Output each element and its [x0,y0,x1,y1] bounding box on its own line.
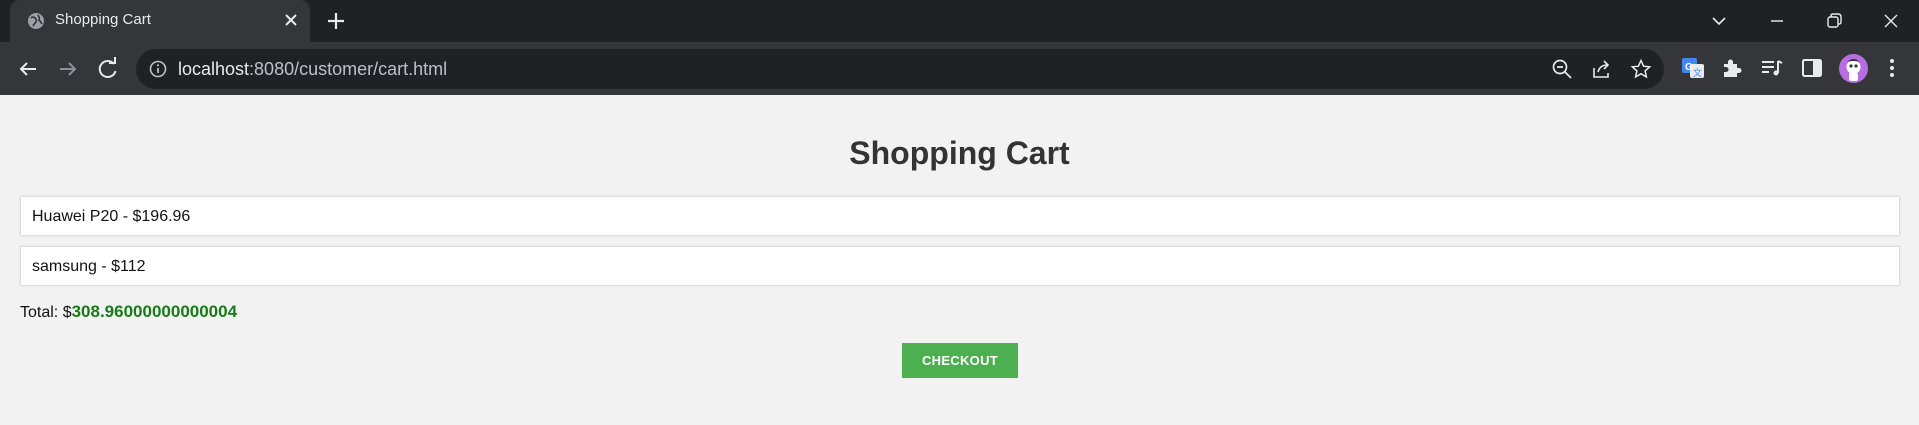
extensions-puzzle-icon[interactable] [1720,56,1744,80]
cart-item-text: Huawei P20 - $196.96 [32,208,191,225]
minimize-icon[interactable] [1764,8,1790,34]
profile-avatar[interactable] [1839,54,1868,83]
page-title: Shopping Cart [849,135,1070,171]
page-content: Shopping Cart Huawei P20 - $196.96 samsu… [0,95,1919,425]
url-text: localhost:8080/customer/cart.html [178,59,447,80]
tab-strip: Shopping Cart [0,0,1919,42]
total-amount: 308.96000000000004 [71,302,238,321]
address-bar[interactable]: localhost:8080/customer/cart.html [136,49,1664,89]
back-icon[interactable] [14,55,42,83]
browser-tab[interactable]: Shopping Cart [10,0,310,42]
globe-icon [28,13,44,29]
google-translate-icon[interactable]: G 文 [1681,56,1705,80]
reading-list-icon[interactable] [1760,56,1784,80]
close-tab-icon[interactable] [282,11,300,29]
close-window-icon[interactable] [1878,8,1904,34]
zoom-out-icon[interactable] [1551,58,1573,80]
profile-icon [1846,59,1861,81]
svg-text:G: G [1685,62,1693,73]
url-path: :8080/customer/cart.html [249,59,448,79]
cart-item-text: samsung - $112 [32,258,146,275]
tab-title: Shopping Cart [55,11,151,28]
svg-text:文: 文 [1693,67,1702,78]
cart-total: Total: $308.96000000000004 [20,302,237,322]
forward-icon[interactable] [54,55,82,83]
bookmark-star-icon[interactable] [1630,58,1652,80]
tab-search-chevron-icon[interactable] [1706,8,1732,34]
new-tab-icon[interactable] [325,10,347,32]
url-host: localhost [178,59,250,79]
more-menu-icon[interactable] [1880,56,1904,80]
browser-toolbar: localhost:8080/customer/cart.html G 文 [0,42,1919,95]
checkout-button[interactable]: CHECKOUT [902,343,1018,378]
share-icon[interactable] [1591,58,1613,80]
restore-icon[interactable] [1821,8,1847,34]
reload-icon[interactable] [94,55,122,83]
side-panel-icon[interactable] [1800,56,1824,80]
cart-item: Huawei P20 - $196.96 [20,196,1900,236]
cart-item: samsung - $112 [20,246,1900,286]
total-label: Total: $ [20,304,72,321]
site-info-icon[interactable] [149,60,167,78]
